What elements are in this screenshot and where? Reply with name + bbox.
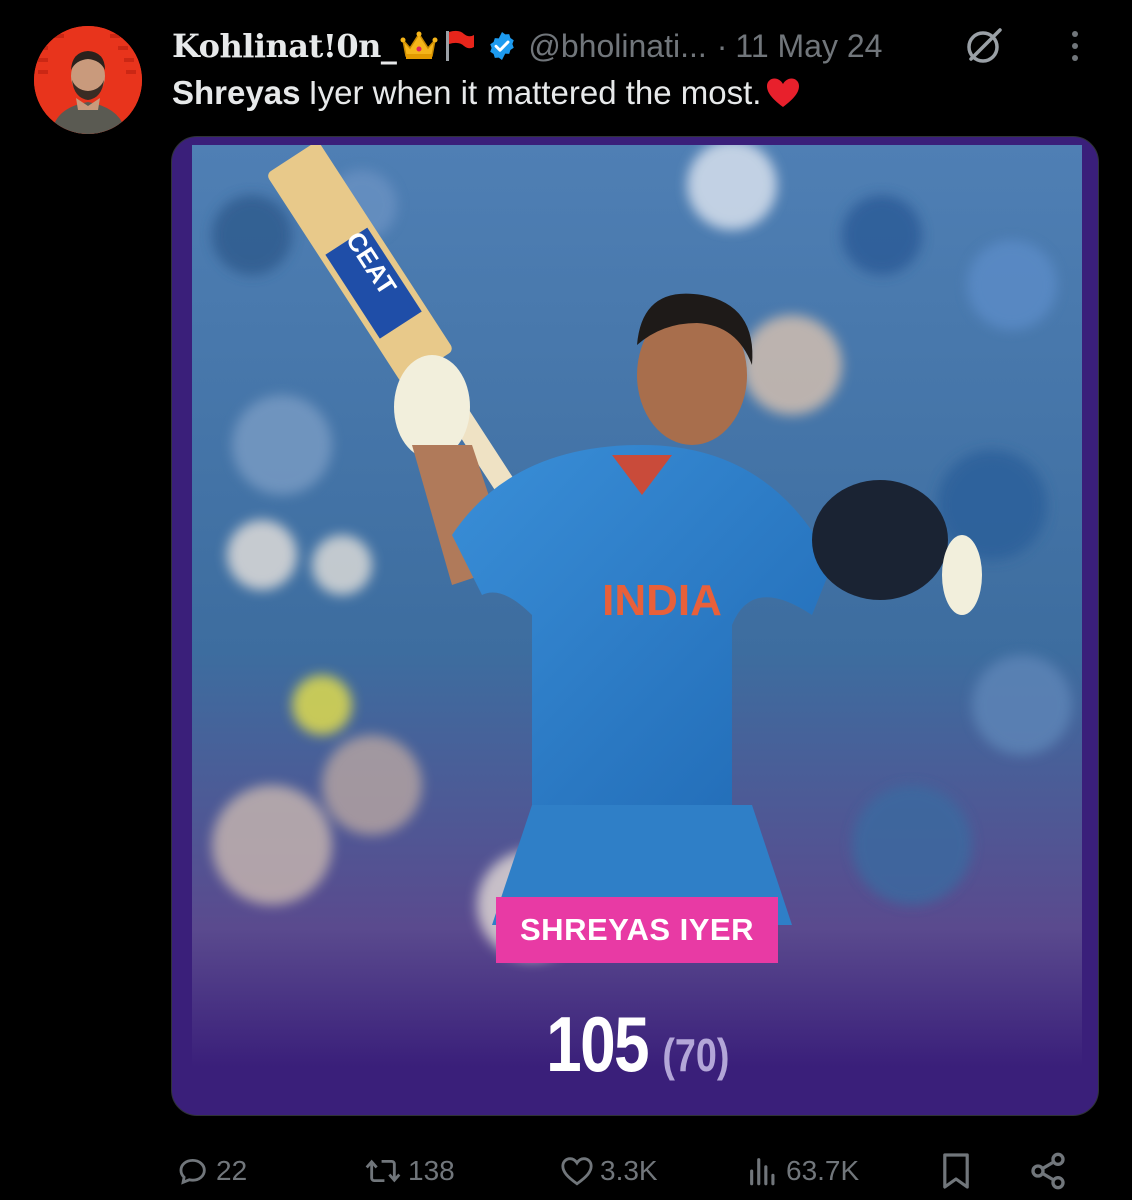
post-text: Shreyas Iyer when it mattered the most. [172, 74, 801, 112]
bookmark-button[interactable] [940, 1146, 972, 1196]
more-icon[interactable] [1060, 28, 1090, 69]
runs-scored: 105 [546, 1000, 649, 1088]
repost-icon [365, 1159, 401, 1183]
reply-count: 22 [216, 1155, 248, 1186]
grok-icon[interactable] [962, 24, 1006, 73]
views-icon [750, 1158, 775, 1186]
tweet: Kohlinat!0n_ @bholinati... · 11 May 24 S… [0, 0, 1132, 1200]
reply-icon [179, 1158, 206, 1185]
repost-button[interactable]: 138 [364, 1146, 455, 1196]
post-date[interactable]: 11 May 24 [735, 28, 882, 65]
red-flag-emoji [442, 29, 476, 63]
action-bar: 22 138 3.3K 63.7K [172, 1146, 1072, 1196]
verified-badge-icon [486, 30, 518, 62]
like-icon [561, 1157, 593, 1186]
display-name[interactable]: Kohlinat!0n_ [172, 27, 397, 65]
red-heart-emoji [765, 77, 801, 109]
bookmark-icon [943, 1153, 969, 1189]
view-count: 63.7K [786, 1155, 860, 1186]
separator-dot: · [716, 27, 728, 64]
user-handle[interactable]: @bholinati... [528, 28, 706, 65]
post-text-bold: Shreyas [172, 74, 301, 111]
jersey-text: INDIA [602, 576, 722, 625]
player-name-plate: SHREYAS IYER [496, 897, 778, 963]
like-button[interactable]: 3.3K [560, 1146, 658, 1196]
score-line: 105 (70) [172, 999, 1098, 1090]
balls-faced: (70) [662, 1029, 730, 1081]
reply-button[interactable]: 22 [176, 1146, 247, 1196]
post-image[interactable]: CEAT INDIA SHREYAS IYER 105 (70) [171, 136, 1099, 1116]
post-text-rest: Iyer when it mattered the most. [308, 74, 762, 111]
repost-count: 138 [408, 1155, 455, 1186]
post-header: Kohlinat!0n_ @bholinati... · 11 May 24 [172, 22, 1112, 70]
like-count: 3.3K [600, 1155, 658, 1186]
share-button[interactable] [1028, 1146, 1068, 1196]
crown-emoji [400, 30, 438, 62]
avatar[interactable] [34, 26, 142, 134]
views-button[interactable]: 63.7K [746, 1146, 859, 1196]
share-icon [1031, 1152, 1065, 1190]
